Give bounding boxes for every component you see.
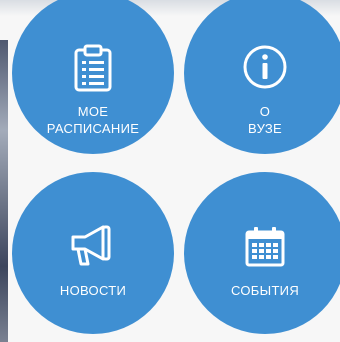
menu-screen: МОЕ РАСПИСАНИЕ О ВУЗЕ НОВОСТИ СОБЫТИЯ [0,0,340,342]
label-line-1: НОВОСТИ [59,283,127,298]
info-circle-icon [243,45,287,89]
label-line-1: МОЕ [77,104,109,119]
events-label: СОБЫТИЯ [184,282,340,299]
about-university-button[interactable]: О ВУЗЕ [184,0,340,154]
news-label: НОВОСТИ [12,282,174,299]
megaphone-icon [71,225,111,266]
my-schedule-label: МОЕ РАСПИСАНИЕ [12,103,174,137]
label-line-1: О [259,104,271,119]
my-schedule-button[interactable]: МОЕ РАСПИСАНИЕ [12,0,174,154]
calendar-icon [245,227,285,267]
label-line-2: ВУЗЕ [248,121,282,136]
background-photo-edge [0,40,8,342]
about-university-label: О ВУЗЕ [184,103,340,137]
label-line-1: СОБЫТИЯ [230,283,300,298]
news-button[interactable]: НОВОСТИ [12,172,174,334]
clipboard-list-icon [74,44,112,92]
label-line-2: РАСПИСАНИЕ [46,121,140,136]
events-button[interactable]: СОБЫТИЯ [184,172,340,334]
